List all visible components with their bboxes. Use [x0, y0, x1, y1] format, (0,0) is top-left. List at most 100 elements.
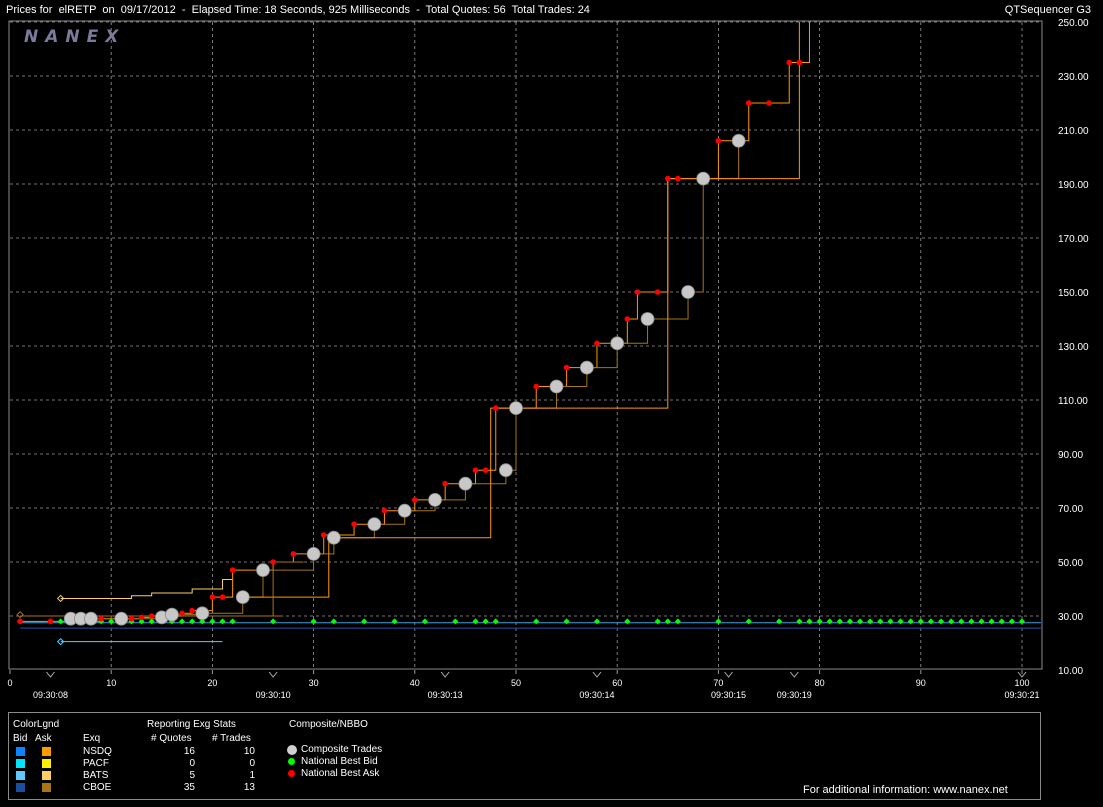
best-bid-point — [978, 618, 985, 625]
cboe-ask-swatch — [42, 783, 51, 792]
best-bid-point — [927, 618, 934, 625]
composite-trade-point — [397, 503, 412, 518]
best-bid-point — [907, 618, 914, 625]
composite-item-label: National Best Bid — [301, 756, 378, 767]
best-ask-point — [594, 340, 600, 347]
composite-trade-point — [367, 517, 382, 532]
best-bid-point — [563, 618, 570, 625]
best-ask-point — [47, 618, 54, 625]
y-tick-label: 190.00 — [1058, 180, 1089, 191]
grid-lines — [10, 21, 1041, 669]
exchange-quotes: 5 — [189, 770, 195, 781]
best-bid-point — [836, 618, 843, 625]
best-bid-point — [209, 618, 216, 625]
exchange-name: BATS — [83, 770, 109, 781]
nsdq-ask-swatch — [42, 747, 51, 756]
best-ask-point — [320, 532, 327, 538]
nsdq-bid-swatch — [16, 747, 25, 756]
best-ask-point — [219, 594, 226, 600]
best-bid-point — [846, 618, 853, 625]
time-label: 09:30:08 — [33, 690, 68, 700]
best-bid-point — [179, 618, 186, 625]
y-tick-label: 210.00 — [1058, 126, 1089, 137]
best-bid-point — [867, 618, 874, 625]
best-ask-point — [17, 618, 23, 625]
best-bid-point — [877, 618, 884, 625]
x-tick-label: 100 — [1014, 678, 1029, 688]
y-tick-label: 170.00 — [1058, 234, 1089, 245]
trade-step-lines — [20, 22, 810, 622]
x-tick-label: 0 — [7, 678, 12, 688]
best-bid-point — [219, 618, 226, 625]
exchange-name: PACF — [83, 758, 109, 769]
best-bid-point — [654, 618, 661, 625]
best-ask-point — [412, 497, 418, 503]
y-tick-label: 230.00 — [1058, 72, 1089, 83]
best-bid-point — [988, 618, 995, 625]
x-tick-label: 20 — [207, 678, 217, 688]
exchange-quotes: 35 — [183, 782, 195, 793]
series-markers — [17, 59, 1025, 626]
y-tick-label: 130.00 — [1058, 342, 1089, 353]
y-tick-label: 10.00 — [1058, 666, 1083, 677]
pacf-bid-swatch — [16, 759, 25, 768]
best-bid-point — [148, 618, 155, 625]
exchange-name: CBOE — [83, 782, 112, 793]
best-ask-point — [128, 615, 135, 622]
composite-trade-point — [640, 312, 655, 326]
quotes-header: # Quotes — [151, 733, 192, 744]
best-bid-point — [189, 618, 196, 625]
composite-trade-point — [165, 607, 179, 622]
composite-trade-point — [428, 492, 442, 507]
x-tick-label: 70 — [713, 678, 723, 688]
exchange-trades: 13 — [243, 782, 255, 793]
composite-title: Composite/NBBO — [289, 719, 368, 730]
best-ask-point — [786, 59, 793, 66]
best-bid-point — [776, 618, 783, 625]
best-ask-point — [138, 614, 145, 621]
plot-border — [8, 20, 1043, 670]
bats-ask-swatch — [42, 771, 51, 780]
composite-trades-legend-marker — [287, 745, 297, 755]
best-ask-point — [624, 316, 631, 322]
best-ask-point — [229, 567, 236, 573]
y-tick-label: 250.00 — [1058, 18, 1089, 29]
best-bid-point — [270, 618, 277, 625]
composite-trade-point — [549, 379, 564, 394]
x-tick-label: 60 — [612, 678, 622, 688]
best-bid-point — [482, 618, 489, 625]
best-bid-point — [310, 618, 317, 625]
composite-trade-point — [696, 171, 711, 186]
cboe-ask-step-line — [70, 140, 740, 620]
exchange-trades: 1 — [249, 770, 255, 781]
x-tick-label: 50 — [511, 678, 521, 688]
best-ask-point — [381, 507, 388, 514]
best-ask-point — [715, 138, 722, 144]
composite-trade-point — [579, 360, 594, 375]
best-bid-point — [108, 618, 115, 625]
x-tick-label: 40 — [410, 678, 420, 688]
best-bid-point — [796, 618, 803, 625]
best-ask-point — [270, 559, 276, 565]
best-bid-point — [391, 618, 398, 625]
composite-trade-point — [731, 133, 746, 148]
best-ask-point — [209, 594, 216, 600]
legend-panel: ColorLgnd Bid Ask Exq Reporting Exg Stat… — [8, 712, 1041, 800]
exchange-quotes: 16 — [183, 746, 195, 757]
best-bid-point — [1019, 618, 1025, 625]
composite-trade-point — [509, 401, 523, 416]
best-ask-point — [563, 364, 570, 371]
composite-trade-point — [326, 530, 341, 545]
ask-header: Ask — [35, 733, 52, 744]
nsdq-ask-step-line-2 — [242, 22, 800, 598]
best-bid-point — [745, 618, 752, 625]
best-bid-point — [674, 618, 681, 625]
best-ask-point — [290, 551, 297, 557]
best-ask-point — [482, 467, 489, 474]
y-tick-label: 70.00 — [1058, 504, 1083, 515]
cboe-bid-swatch — [16, 783, 25, 792]
best-bid-point — [452, 618, 459, 625]
x-tick-label: 10 — [106, 678, 116, 688]
best-ask-point — [766, 100, 772, 106]
best-ask-point — [745, 100, 752, 106]
